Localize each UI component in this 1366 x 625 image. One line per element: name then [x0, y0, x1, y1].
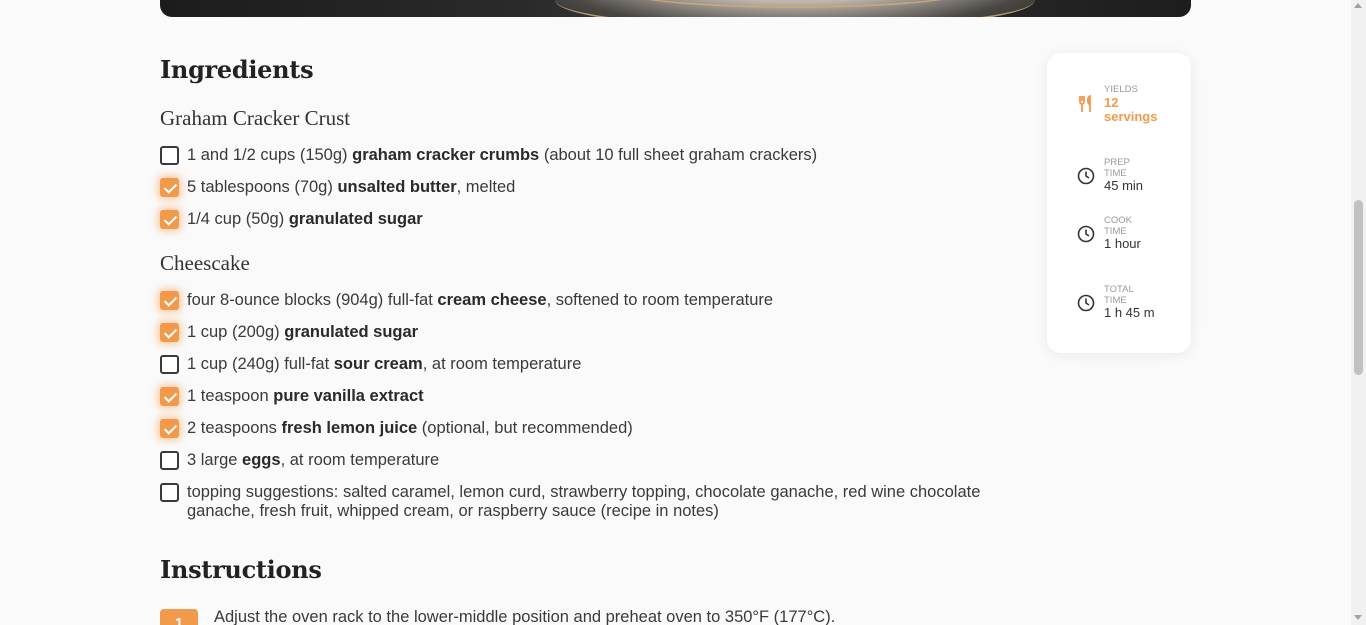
ingredient-checkbox[interactable]	[160, 178, 179, 197]
scrollbar-thumb[interactable]	[1354, 200, 1363, 375]
ingredient-item[interactable]: 5 tablespoons (70g) unsalted butter, mel…	[160, 178, 1000, 197]
total-time-meta: TOTAL TIME 1 h 45 m	[1077, 284, 1155, 320]
scroll-down-arrow-icon[interactable]	[1354, 615, 1362, 620]
ingredient-checkbox[interactable]	[160, 451, 179, 470]
ingredient-checkbox[interactable]	[160, 483, 179, 502]
instructions-heading: Instructions	[160, 555, 322, 584]
scroll-up-arrow-icon[interactable]	[1354, 3, 1362, 8]
recipe-meta-card: YIELDS 12 servings PREP TIME 45 min COOK…	[1047, 53, 1191, 353]
ingredient-checkbox[interactable]	[160, 419, 179, 438]
ingredient-text: 3 large eggs, at room temperature	[187, 451, 440, 469]
ingredient-text: 2 teaspoons fresh lemon juice (optional,…	[187, 419, 633, 437]
ingredients-heading: Ingredients	[160, 55, 314, 84]
ingredient-text: 1/4 cup (50g) granulated sugar	[187, 210, 423, 228]
ingredient-text: 1 cup (200g) granulated sugar	[187, 323, 419, 341]
ingredient-text: 1 teaspoon pure vanilla extract	[187, 387, 424, 405]
cook-time-value: 1 hour	[1104, 236, 1141, 251]
ingredient-checkbox[interactable]	[160, 387, 179, 406]
ingredient-item[interactable]: 1/4 cup (50g) granulated sugar	[160, 210, 1000, 229]
ingredient-checkbox[interactable]	[160, 146, 179, 165]
clock-icon	[1077, 167, 1095, 184]
step-text: Adjust the oven rack to the lower-middle…	[214, 608, 836, 625]
yields-value: 12 servings	[1104, 94, 1158, 124]
ingredient-item[interactable]: four 8-ounce blocks (904g) full-fat crea…	[160, 291, 1000, 310]
total-time-value: 1 h 45 m	[1104, 305, 1155, 320]
ingredient-text: 5 tablespoons (70g) unsalted butter, mel…	[187, 178, 516, 196]
ingredient-item[interactable]: topping suggestions: salted caramel, lem…	[160, 483, 1000, 521]
step-number: 1	[160, 609, 198, 625]
yields-meta: YIELDS 12 servings	[1077, 84, 1164, 124]
utensils-icon	[1079, 95, 1091, 113]
ingredient-item[interactable]: 1 and 1/2 cups (150g) graham cracker cru…	[160, 146, 1000, 165]
ingredient-checkbox[interactable]	[160, 291, 179, 310]
clock-icon	[1077, 294, 1095, 311]
ingredient-item[interactable]: 1 cup (240g) full-fat sour cream, at roo…	[160, 355, 1000, 374]
ingredient-item[interactable]: 2 teaspoons fresh lemon juice (optional,…	[160, 419, 1000, 438]
ingredient-item[interactable]: 3 large eggs, at room temperature	[160, 451, 1000, 470]
recipe-hero-image	[160, 0, 1191, 17]
page-scrollbar[interactable]	[1351, 0, 1366, 625]
ingredient-text: 1 cup (240g) full-fat sour cream, at roo…	[187, 355, 582, 373]
clock-icon	[1077, 225, 1095, 242]
ingredient-group-title: Graham Cracker Crust	[160, 106, 351, 130]
ingredient-group-title: Cheescake	[160, 251, 250, 275]
yields-label: YIELDS	[1104, 84, 1138, 95]
ingredient-text: four 8-ounce blocks (904g) full-fat crea…	[187, 291, 774, 309]
ingredient-checkbox[interactable]	[160, 210, 179, 229]
cook-time-label: COOK TIME	[1104, 215, 1132, 237]
total-time-label: TOTAL TIME	[1104, 284, 1134, 306]
ingredient-checkbox[interactable]	[160, 323, 179, 342]
ingredient-item[interactable]: 1 cup (200g) granulated sugar	[160, 323, 1000, 342]
ingredient-text: topping suggestions: salted caramel, lem…	[187, 483, 981, 520]
ingredient-text: 1 and 1/2 cups (150g) graham cracker cru…	[187, 146, 818, 164]
prep-time-label: PREP TIME	[1104, 157, 1130, 179]
prep-time-value: 45 min	[1104, 178, 1144, 193]
ingredient-item[interactable]: 1 teaspoon pure vanilla extract	[160, 387, 1000, 406]
prep-time-meta: PREP TIME 45 min	[1077, 157, 1144, 193]
cook-time-meta: COOK TIME 1 hour	[1077, 215, 1141, 251]
ingredient-checkbox[interactable]	[160, 355, 179, 374]
